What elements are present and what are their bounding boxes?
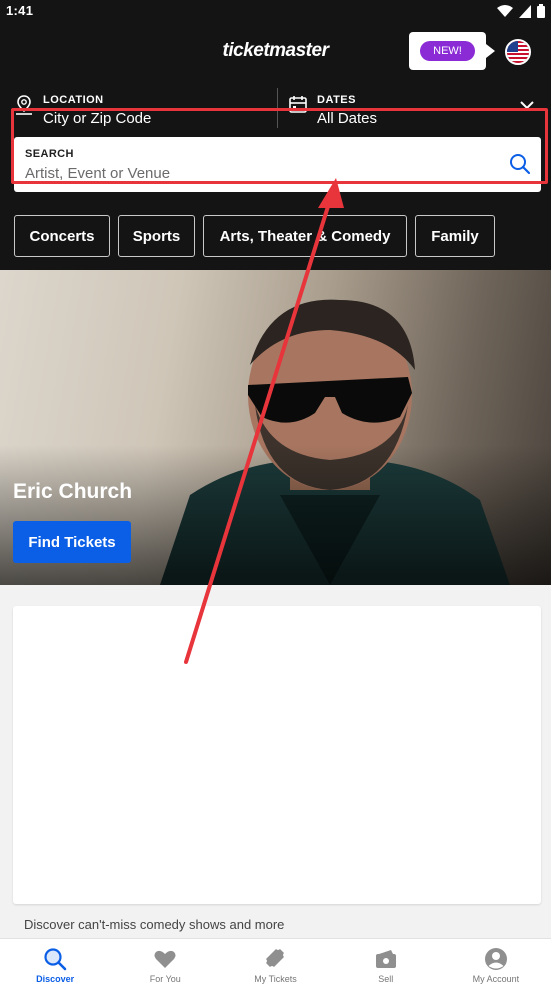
heart-icon: [154, 950, 176, 968]
wallet-icon: [375, 950, 396, 968]
nav-sell-label: Sell: [378, 974, 394, 984]
hero-title: Eric Church: [13, 480, 133, 503]
location-selector[interactable]: LOCATION City or Zip Code: [14, 92, 274, 130]
nav-my-account[interactable]: My Account: [441, 939, 551, 987]
chip-concerts[interactable]: Concerts: [14, 215, 110, 257]
content-card[interactable]: [13, 606, 541, 904]
calendar-icon: [289, 96, 307, 113]
location-pin-icon: [16, 95, 32, 115]
new-badge[interactable]: NEW!: [420, 41, 475, 61]
new-feature-bubble[interactable]: NEW!: [409, 32, 495, 70]
status-time: 1:41: [6, 3, 34, 18]
search-box[interactable]: SEARCH: [14, 137, 541, 192]
header: ticketmaster NEW! LOCATION City or Zip C…: [0, 22, 551, 270]
chip-arts-theater-comedy[interactable]: Arts, Theater & Comedy: [203, 215, 407, 257]
search-icon[interactable]: [509, 153, 531, 175]
signal-icon: [519, 4, 531, 18]
dates-selector[interactable]: DATES All Dates: [288, 92, 538, 130]
nav-for-you-label: For You: [149, 974, 181, 984]
bottom-nav: Discover For You My Tickets Sell My Acco…: [0, 938, 551, 987]
find-tickets-button[interactable]: Find Tickets: [13, 521, 131, 563]
battery-icon: [537, 4, 545, 18]
location-label: LOCATION: [43, 94, 104, 106]
hero-banner[interactable]: Eric Church Find Tickets: [0, 270, 551, 585]
location-value: City or Zip Code: [43, 110, 152, 127]
header-divider: [277, 88, 278, 128]
status-bar: 1:41: [0, 0, 551, 22]
status-icons: [497, 3, 545, 19]
chevron-down-icon: [520, 101, 534, 110]
dates-value: All Dates: [317, 110, 378, 127]
search-label: SEARCH: [25, 148, 74, 160]
search-icon: [44, 948, 67, 971]
nav-my-tickets[interactable]: My Tickets: [220, 939, 330, 987]
wifi-icon: [497, 4, 513, 17]
nav-for-you[interactable]: For You: [110, 939, 220, 987]
nav-discover[interactable]: Discover: [0, 939, 110, 987]
nav-my-account-label: My Account: [472, 974, 520, 984]
nav-discover-label: Discover: [36, 974, 75, 984]
chip-family[interactable]: Family: [415, 215, 495, 257]
search-input[interactable]: [25, 165, 485, 182]
category-chips: Concerts Sports Arts, Theater & Comedy F…: [14, 215, 495, 257]
chip-sports[interactable]: Sports: [118, 215, 195, 257]
dates-label: DATES: [317, 94, 356, 106]
hero-shade: [0, 445, 551, 585]
account-icon: [484, 948, 507, 970]
ticket-icon: [265, 949, 284, 967]
nav-sell[interactable]: Sell: [331, 939, 441, 987]
us-flag-icon[interactable]: [505, 39, 531, 65]
nav-my-tickets-label: My Tickets: [254, 974, 297, 984]
card-caption: Discover can't-miss comedy shows and mor…: [24, 917, 285, 932]
